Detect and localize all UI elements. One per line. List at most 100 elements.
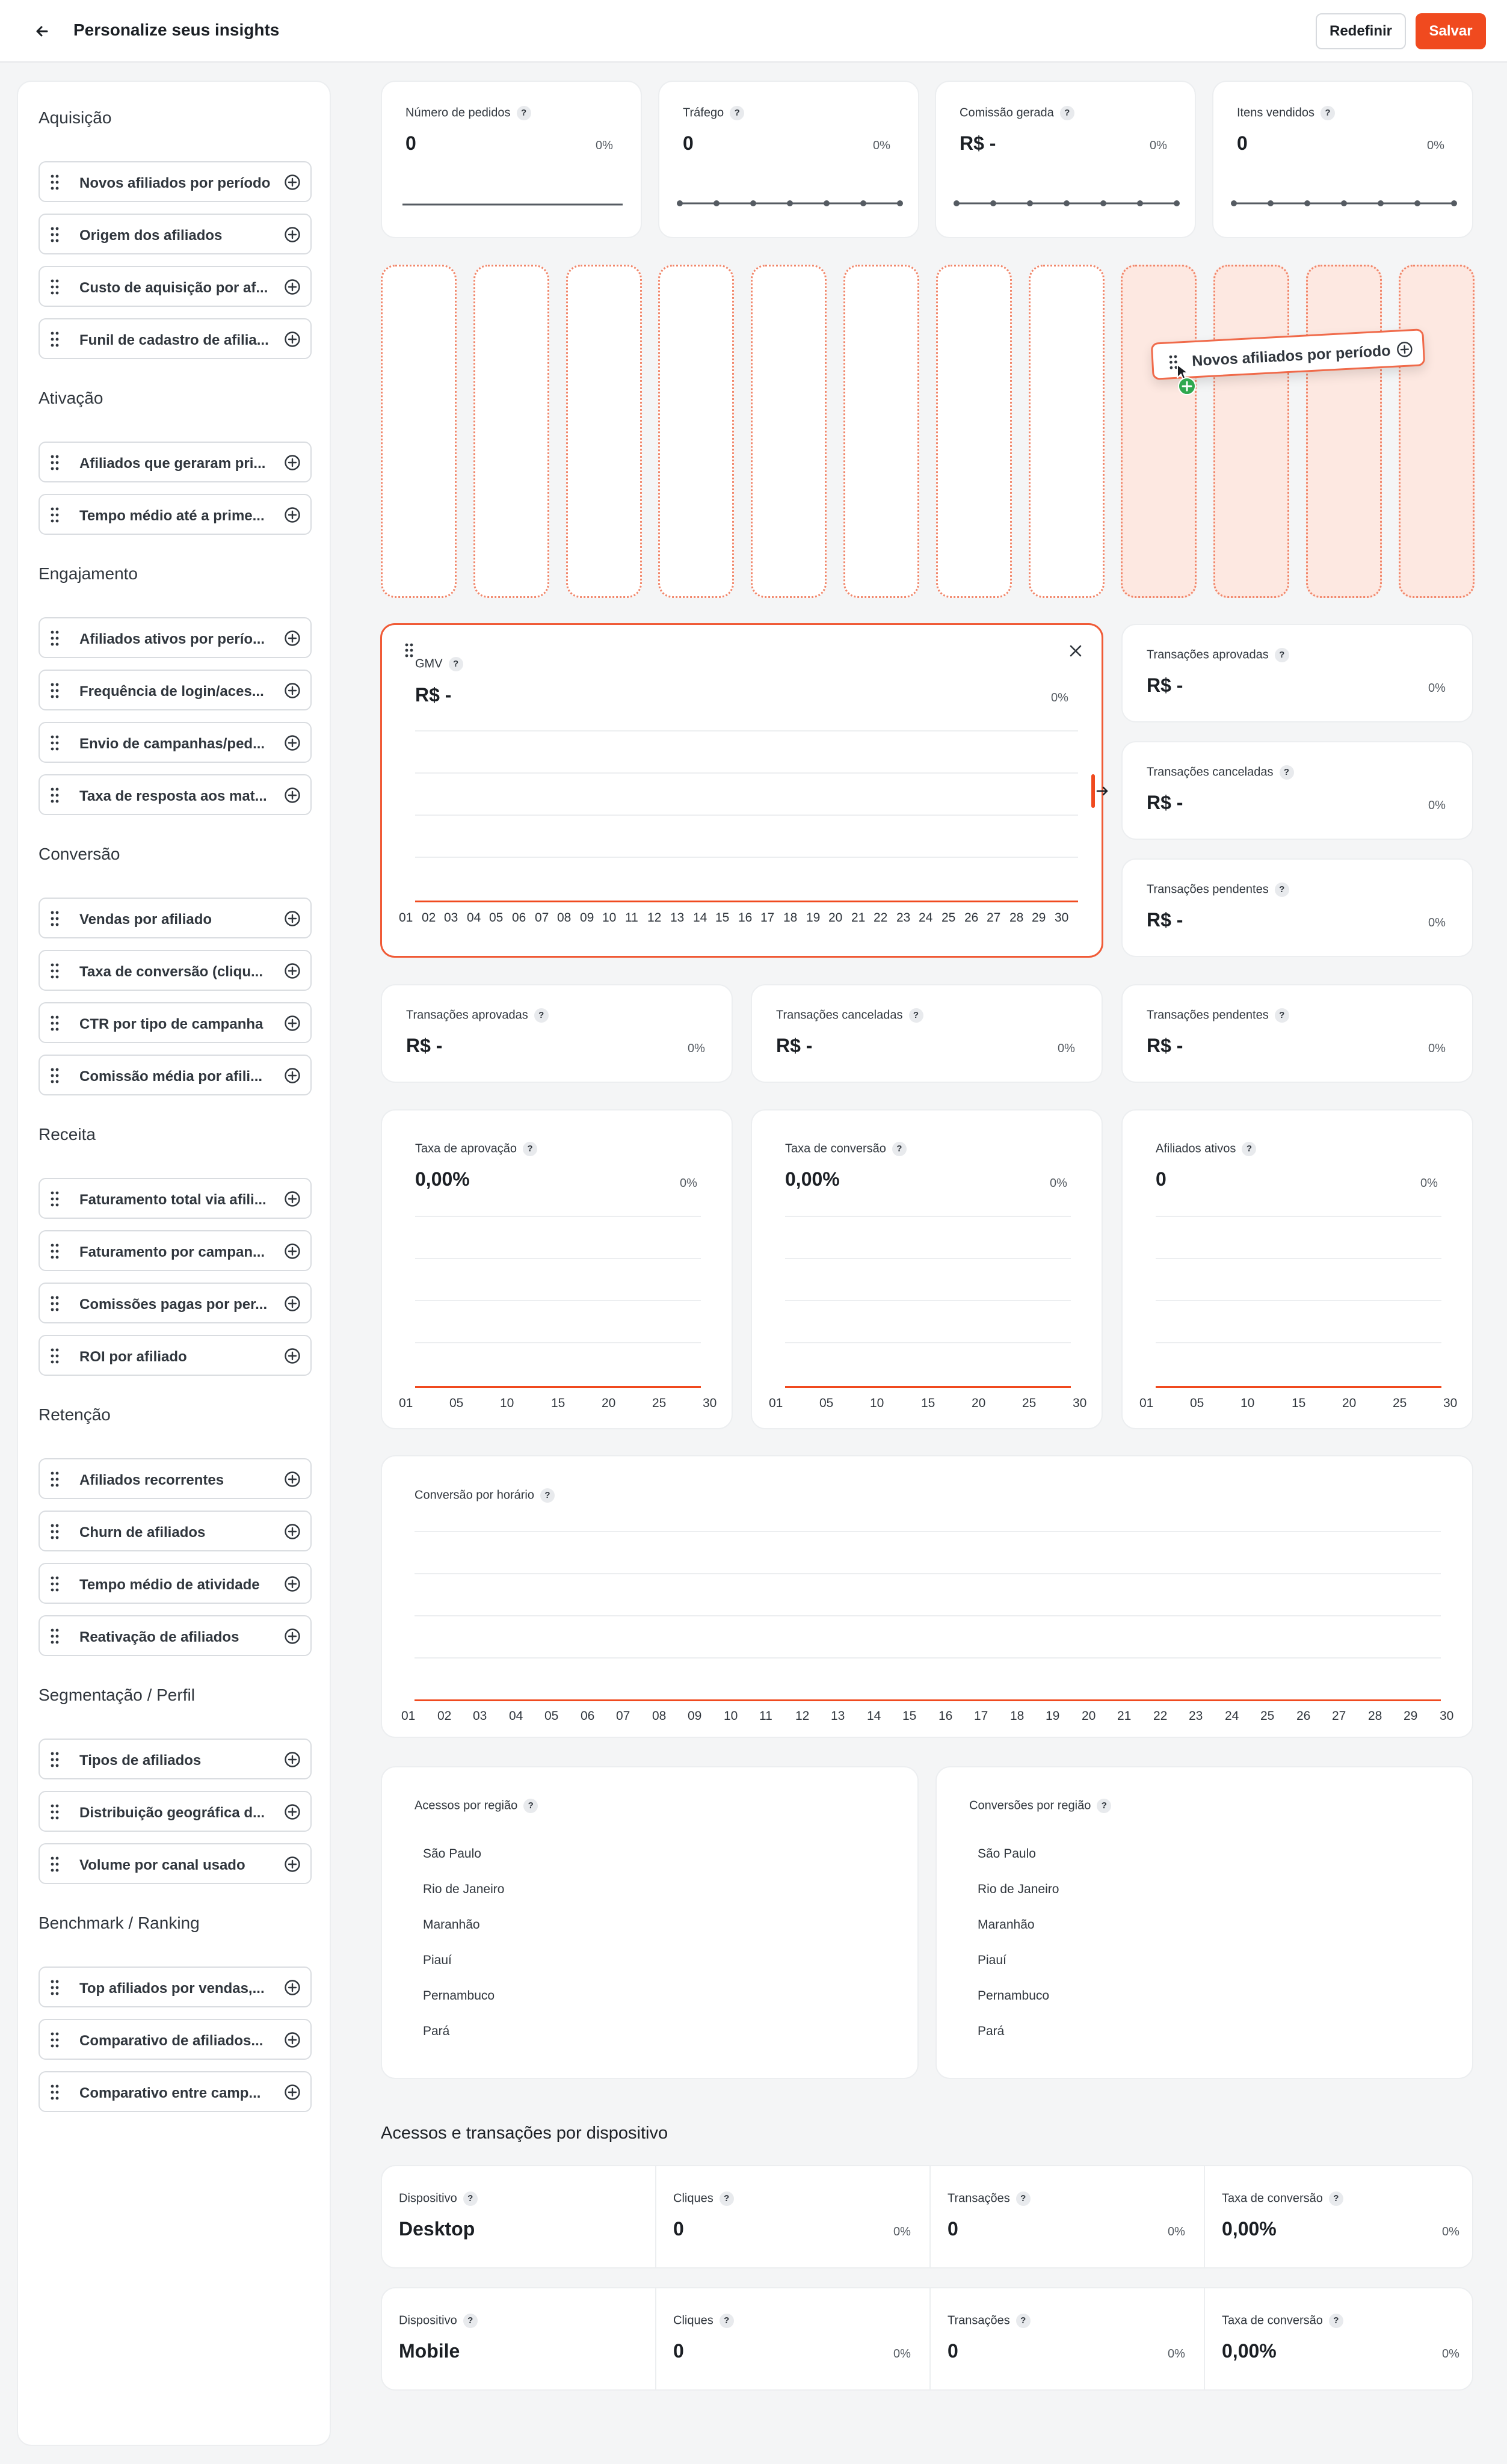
help-icon[interactable]: ? (719, 2314, 734, 2328)
sidebar-widget-item[interactable]: Taxa de conversão (cliqu... (39, 950, 312, 991)
sidebar-widget-item[interactable]: Comissão média por afili... (39, 1055, 312, 1095)
transaction-card[interactable]: Transações aprovadas? R$ - 0% (381, 984, 733, 1083)
sidebar-widget-item[interactable]: Afiliados recorrentes (39, 1458, 312, 1499)
device-row-card[interactable]: Dispositivo? Mobile Cliques? 0 0% Transações?… (381, 2287, 1473, 2391)
reset-button[interactable]: Redefinir (1316, 13, 1406, 49)
sidebar-widget-item[interactable]: Faturamento por campan... (39, 1230, 312, 1271)
sidebar-widget-item[interactable]: Afiliados que geraram pri... (39, 442, 312, 482)
kpi-card[interactable]: Itens vendidos? 0 0% (1212, 81, 1473, 238)
sidebar-widget-item[interactable]: ROI por afiliado (39, 1335, 312, 1376)
drop-slot[interactable] (1029, 265, 1105, 598)
gmv-widget[interactable]: GMV? R$ - 0% 01 02 03 04 05 06 07 08 09 10 11 12 13 1… (380, 623, 1103, 958)
help-icon[interactable]: ? (730, 106, 745, 120)
help-icon[interactable]: ? (1097, 1799, 1112, 1813)
help-icon[interactable]: ? (908, 1008, 923, 1023)
sidebar-widget-item[interactable]: Novos afiliados por período (39, 161, 312, 202)
transaction-card[interactable]: Transações pendentes? R$ - 0% (1121, 858, 1473, 957)
drop-slot[interactable] (936, 265, 1012, 598)
region-card[interactable]: Conversões por região? São Paulo Rio de J… (935, 1766, 1473, 2079)
help-icon[interactable]: ? (523, 1142, 538, 1156)
help-icon[interactable]: ? (448, 657, 463, 671)
sidebar-widget-label: Faturamento total via afili... (79, 1192, 267, 1208)
x-tick-label: 20 (602, 1396, 616, 1410)
sidebar-widget-item[interactable]: Envio de campanhas/ped... (39, 722, 312, 763)
metric-chart-card[interactable]: Taxa de conversão? 0,00% 0% 01 05 10 15 20 25… (751, 1109, 1103, 1429)
sidebar-widget-item[interactable]: Tipos de afiliados (39, 1739, 312, 1779)
grid-line (415, 1573, 1441, 1574)
help-icon[interactable]: ? (463, 2191, 478, 2206)
sidebar-widget-item[interactable]: Custo de aquisição por af... (39, 266, 312, 307)
x-tick-label: 05 (489, 911, 504, 925)
help-icon[interactable]: ? (1328, 2191, 1343, 2206)
help-icon[interactable]: ? (719, 2191, 734, 2206)
sidebar-widget-item[interactable]: Frequência de login/aces... (39, 670, 312, 710)
sidebar-widget-item[interactable]: Comparativo entre camp... (39, 2071, 312, 2112)
transaction-pct: 0% (1428, 799, 1446, 812)
transaction-card[interactable]: Transações aprovadas? R$ - 0% (1121, 624, 1473, 722)
help-icon[interactable]: ? (1015, 2191, 1031, 2206)
sidebar-widget-item[interactable]: Tempo médio até a prime... (39, 494, 312, 535)
sidebar-widget-item[interactable]: Taxa de resposta aos mat... (39, 774, 312, 815)
region-card[interactable]: Acessos por região? São Paulo Rio de Jane… (381, 1766, 919, 2079)
sidebar-widget-item[interactable]: Comissões pagas por per... (39, 1283, 312, 1323)
drop-slot[interactable] (381, 265, 457, 598)
sidebar-widget-item[interactable]: Top afiliados por vendas,... (39, 1967, 312, 2007)
drop-slot[interactable] (473, 265, 549, 598)
back-button[interactable] (30, 19, 54, 43)
help-icon[interactable]: ? (1320, 106, 1335, 120)
transaction-card[interactable]: Transações canceladas? R$ - 0% (751, 984, 1103, 1083)
sidebar-widget-label: Taxa de resposta aos mat... (79, 788, 267, 804)
sidebar-widget-item[interactable]: CTR por tipo de campanha (39, 1002, 312, 1043)
sidebar-widget-item[interactable]: Distribuição geográfica d... (39, 1791, 312, 1832)
close-icon[interactable] (1068, 643, 1083, 659)
transaction-card[interactable]: Transações pendentes? R$ - 0% (1121, 984, 1473, 1083)
help-icon[interactable]: ? (1015, 2314, 1031, 2328)
drop-slot[interactable] (1213, 265, 1289, 598)
help-icon[interactable]: ? (1274, 882, 1289, 897)
device-row-card[interactable]: Dispositivo? Desktop Cliques? 0 0% Transações… (381, 2165, 1473, 2268)
add-circle-icon (285, 963, 300, 979)
drop-slot[interactable] (1399, 265, 1475, 598)
drag-handle-icon[interactable] (405, 643, 413, 658)
sidebar-widget-item[interactable]: Churn de afiliados (39, 1511, 312, 1551)
help-icon[interactable]: ? (1279, 765, 1294, 780)
resize-handle[interactable] (1091, 774, 1095, 808)
kpi-card[interactable]: Número de pedidos? 0 0% (381, 81, 642, 238)
sidebar-widget-item[interactable]: Reativação de afiliados (39, 1615, 312, 1656)
sidebar-widget-item[interactable]: Origem dos afiliados (39, 214, 312, 254)
drag-handle-icon (51, 174, 59, 190)
sidebar-widget-item[interactable]: Faturamento total via afili... (39, 1178, 312, 1219)
help-icon[interactable]: ? (463, 2314, 478, 2328)
device-col-value: Mobile (399, 2340, 460, 2362)
metric-chart-card[interactable]: Afiliados ativos? 0 0% 01 05 10 15 20 25 30 (1121, 1109, 1473, 1429)
help-icon[interactable]: ? (516, 106, 531, 120)
drop-slot[interactable] (1306, 265, 1382, 598)
help-icon[interactable]: ? (1274, 1008, 1289, 1023)
help-icon[interactable]: ? (1059, 106, 1074, 120)
sidebar-widget-item[interactable]: Vendas por afiliado (39, 898, 312, 938)
kpi-card[interactable]: Comissão gerada? R$ - 0% (935, 81, 1196, 238)
help-icon[interactable]: ? (1328, 2314, 1343, 2328)
help-icon[interactable]: ? (540, 1488, 555, 1503)
kpi-card[interactable]: Tráfego? 0 0% (658, 81, 919, 238)
help-icon[interactable]: ? (1274, 648, 1289, 662)
transaction-card[interactable]: Transações canceladas? R$ - 0% (1121, 741, 1473, 840)
drop-slot[interactable] (843, 265, 919, 598)
help-icon[interactable]: ? (534, 1008, 549, 1023)
drop-slot[interactable] (1121, 265, 1197, 598)
sidebar-widget-item[interactable]: Volume por canal usado (39, 1843, 312, 1884)
sidebar-widget-item[interactable]: Tempo médio de atividade (39, 1563, 312, 1604)
save-button[interactable]: Salvar (1416, 13, 1486, 49)
help-icon[interactable]: ? (1242, 1142, 1257, 1156)
metric-chart-card[interactable]: Taxa de aprovação? 0,00% 0% 01 05 10 15 20 25… (381, 1109, 733, 1429)
drop-slot[interactable] (658, 265, 734, 598)
sidebar-widget-item[interactable]: Funil de cadastro de afilia... (39, 318, 312, 359)
sidebar-widget-item[interactable]: Afiliados ativos por perío... (39, 617, 312, 658)
x-tick-label: 18 (1010, 1709, 1025, 1723)
sidebar-widget-item[interactable]: Comparativo de afiliados... (39, 2019, 312, 2060)
x-tick-label: 01 (769, 1396, 783, 1410)
help-icon[interactable]: ? (523, 1799, 538, 1813)
drop-slot[interactable] (751, 265, 827, 598)
help-icon[interactable]: ? (892, 1142, 907, 1156)
drop-slot[interactable] (566, 265, 642, 598)
